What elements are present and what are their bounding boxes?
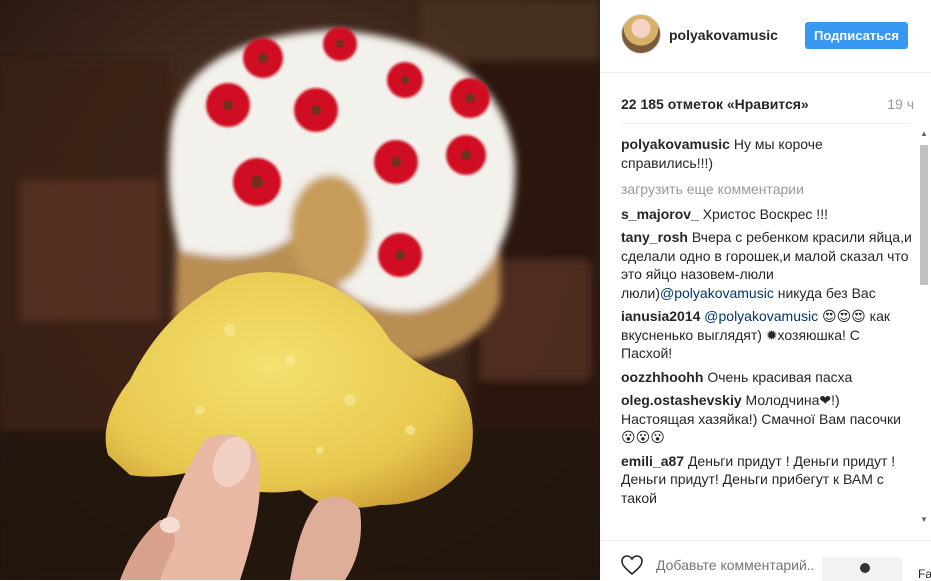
add-comment-input[interactable] bbox=[656, 557, 816, 573]
comment-item: oozzhhoohh Очень красивая пасха bbox=[621, 368, 914, 387]
divider bbox=[621, 123, 911, 124]
scroll-up-icon[interactable]: ▲ bbox=[917, 127, 931, 141]
scroll-down-icon[interactable]: ▼ bbox=[917, 513, 931, 527]
comment-item: ianusia2014 @polyakovamusic 😍😍😍 как вкус… bbox=[621, 307, 914, 363]
comment-text-2: никуда без Вас bbox=[773, 284, 876, 301]
thumbnail-dot bbox=[860, 563, 870, 573]
comment-item: emili_a87 Деньги придут ! Деньги придут … bbox=[621, 452, 914, 508]
post-photo[interactable] bbox=[0, 0, 600, 580]
footer-label: Fa bbox=[918, 567, 931, 581]
comment-mention[interactable]: @polyakovamusic bbox=[660, 285, 774, 301]
likes-row: 22 185 отметок «Нравится» 19 ч bbox=[621, 96, 914, 112]
comment-item: tany_rosh Вчера с ребенком красили яйца,… bbox=[621, 228, 914, 302]
comments-list: polyakovamusic Ну мы короче справились!!… bbox=[621, 135, 914, 527]
load-more-comments-link[interactable]: загрузить еще комментарии bbox=[621, 180, 914, 199]
header-username[interactable]: polyakovamusic bbox=[669, 27, 778, 43]
comments-scrollbar[interactable]: ▲ ▼ bbox=[917, 127, 931, 527]
comment-text: Очень красивая пасха bbox=[707, 368, 853, 385]
likes-count[interactable]: 22 185 отметок «Нравится» bbox=[621, 96, 809, 112]
comment-user[interactable]: oleg.ostashevskiy bbox=[621, 392, 742, 408]
comment-footer: Fa bbox=[600, 540, 931, 581]
post-header: polyakovamusic Подписаться bbox=[600, 0, 931, 73]
comment-user[interactable]: ianusia2014 bbox=[621, 308, 700, 324]
caption: polyakovamusic Ну мы короче справились!!… bbox=[621, 135, 914, 172]
post-side-panel: polyakovamusic Подписаться 22 185 отмето… bbox=[600, 0, 931, 581]
comment-text: Христос Воскрес !!! bbox=[702, 205, 828, 222]
heart-icon[interactable] bbox=[620, 553, 644, 577]
scrollbar-thumb[interactable] bbox=[920, 145, 928, 285]
comment-user[interactable]: tany_rosh bbox=[621, 229, 688, 245]
comment-user[interactable]: polyakovamusic bbox=[621, 136, 730, 152]
comment-user[interactable]: s_majorov_ bbox=[621, 206, 699, 222]
comment-item: oleg.ostashevskiy Молодчина❤!) Настоящая… bbox=[621, 391, 914, 447]
comment-item: s_majorov_ Христос Воскрес !!! bbox=[621, 205, 914, 224]
comment-user[interactable]: emili_a87 bbox=[621, 453, 684, 469]
comment-user[interactable]: oozzhhoohh bbox=[621, 369, 703, 385]
thumbnail-image[interactable] bbox=[822, 557, 902, 581]
photo-kulich-image bbox=[0, 0, 600, 580]
follow-button[interactable]: Подписаться bbox=[805, 22, 908, 49]
post-time[interactable]: 19 ч bbox=[887, 96, 914, 112]
comment-mention[interactable]: @polyakovamusic bbox=[704, 308, 818, 324]
avatar[interactable] bbox=[621, 14, 661, 54]
